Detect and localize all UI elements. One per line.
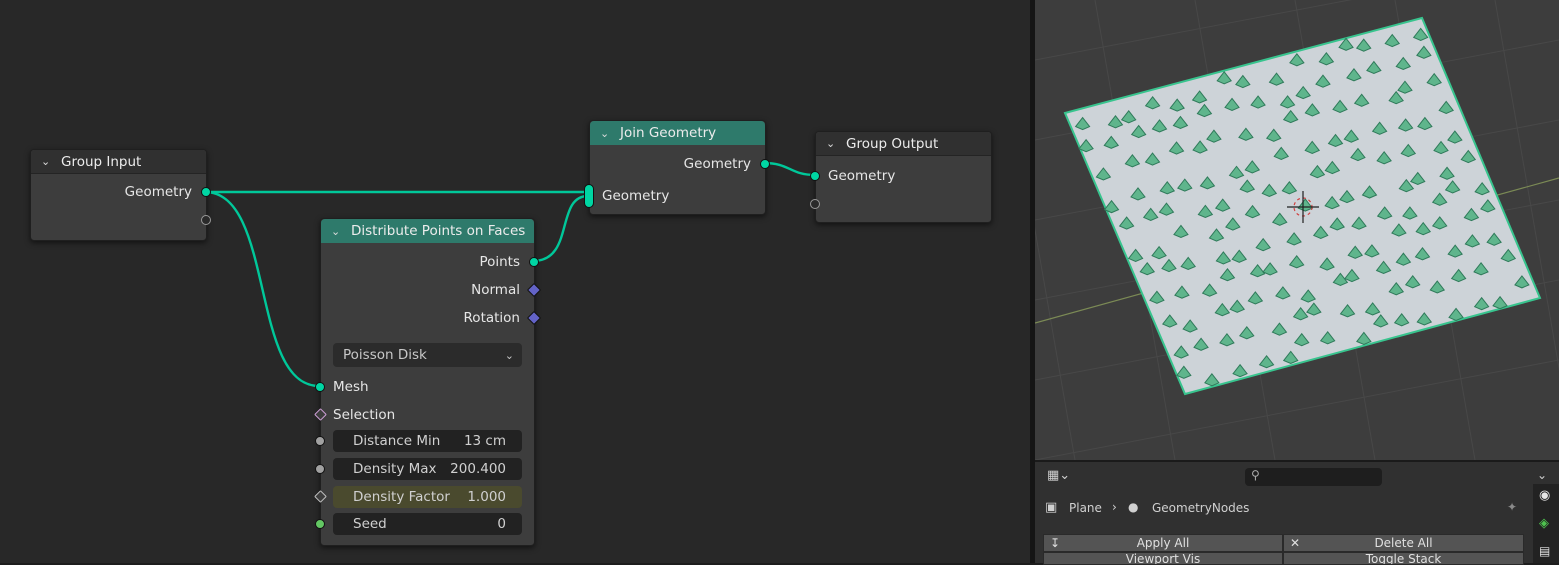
chevron-down-icon[interactable]: ⌄ (331, 225, 345, 238)
search-input[interactable]: ⚲ (1245, 468, 1382, 486)
link-join-to-output (763, 161, 816, 177)
distance-min-field[interactable]: Distance Min 13 cm (333, 430, 522, 452)
group-input-node[interactable]: ⌄ Group Input Geometry (30, 149, 211, 241)
group-output-node[interactable]: ⌄ Group Output Geometry (810, 131, 992, 223)
tab-scene[interactable]: ▤ (1539, 544, 1550, 558)
distribute-points-title: Distribute Points on Faces (351, 223, 526, 239)
density-factor-label: Density Factor (353, 489, 450, 505)
socket-label-geometry-out: Geometry (683, 156, 751, 172)
link-input-to-mesh (204, 190, 320, 388)
join-geometry-title: Join Geometry (620, 125, 717, 141)
geometry-nodes-icon: ● (1128, 500, 1139, 514)
chevron-down-icon[interactable]: ⌄ (600, 127, 614, 140)
chevron-down-icon[interactable]: ⌄ (826, 137, 840, 150)
pin-icon[interactable]: ✦ (1507, 500, 1517, 514)
tab-physics[interactable]: ◉ (1539, 488, 1550, 503)
density-factor-value: 1.000 (467, 489, 506, 505)
seed-socket[interactable] (315, 519, 325, 529)
group-input-title: Group Input (61, 153, 142, 170)
mesh-input-socket[interactable] (315, 382, 325, 392)
viewport-vis-button[interactable]: Viewport Vis (1043, 552, 1283, 565)
toggle-stack-label: Toggle Stack (1365, 552, 1442, 565)
node-editor[interactable]: ⌄ Group Input Geometry ⌄ Join Geometry G… (0, 0, 1030, 563)
search-icon: ⚲ (1251, 468, 1260, 482)
apply-all-label: Apply All (1136, 536, 1190, 550)
socket-label-selection: Selection (333, 407, 396, 423)
seed-label: Seed (353, 516, 387, 532)
delete-all-label: Delete All (1374, 536, 1433, 550)
chevron-down-icon[interactable]: ⌄ (1537, 468, 1547, 482)
toggle-stack-button[interactable]: Toggle Stack (1283, 552, 1524, 565)
distance-min-socket[interactable] (315, 436, 325, 446)
distribute-points-header[interactable]: ⌄ Distribute Points on Faces (321, 219, 534, 243)
seed-value: 0 (497, 516, 506, 532)
join-geometry-header[interactable]: ⌄ Join Geometry (590, 121, 765, 145)
group-output-header[interactable]: ⌄ Group Output (816, 132, 991, 156)
distribution-method-select[interactable]: Poisson Disk ⌄ (333, 343, 522, 367)
empty-output-socket[interactable] (201, 215, 211, 225)
chevron-down-icon[interactable]: ⌄ (41, 155, 55, 168)
density-max-field[interactable]: Density Max 200.400 (333, 458, 522, 480)
breadcrumb-modifier[interactable]: GeometryNodes (1152, 501, 1249, 515)
chevron-right-icon: › (1112, 500, 1117, 514)
editor-type-icon[interactable]: ▦⌄ (1047, 468, 1070, 483)
apply-icon: ↧ (1050, 536, 1061, 550)
distance-min-value: 13 cm (463, 433, 506, 449)
distribution-method-value: Poisson Disk (343, 347, 427, 363)
chevron-down-icon: ⌄ (504, 348, 514, 362)
empty-input-socket[interactable] (810, 199, 820, 209)
group-output-title: Group Output (846, 135, 939, 152)
tab-world[interactable]: ◈ (1539, 516, 1549, 531)
viewport-scene (1035, 0, 1559, 460)
geometry-output-socket[interactable] (201, 187, 211, 197)
apply-all-button[interactable]: ↧ Apply All (1043, 534, 1283, 552)
breadcrumb-object[interactable]: Plane (1069, 501, 1102, 515)
density-max-label: Density Max (353, 461, 437, 477)
density-factor-field[interactable]: Density Factor 1.000 (333, 486, 522, 508)
distance-min-label: Distance Min (353, 433, 441, 449)
density-max-socket[interactable] (315, 464, 325, 474)
socket-label-rotation: Rotation (463, 310, 520, 326)
geometry-input-socket[interactable] (810, 171, 820, 181)
socket-label-geometry-in: Geometry (602, 188, 670, 204)
geometry-multi-input-socket[interactable] (584, 184, 594, 208)
socket-label-normal: Normal (471, 282, 520, 298)
seed-field[interactable]: Seed 0 (333, 513, 522, 535)
join-geometry-node[interactable]: ⌄ Join Geometry Geometry Geometry (584, 120, 770, 215)
properties-tabs: ◉ ◈ ▤ (1533, 484, 1559, 563)
group-input-header[interactable]: ⌄ Group Input (31, 150, 206, 174)
density-max-value: 200.400 (450, 461, 506, 477)
socket-label-points: Points (479, 254, 520, 270)
viewport-vis-label: Viewport Vis (1125, 552, 1201, 565)
object-icon: ▣ (1045, 500, 1058, 515)
points-output-socket[interactable] (529, 257, 539, 267)
3d-viewport[interactable] (1035, 0, 1559, 460)
distribute-points-node[interactable]: ⌄ Distribute Points on Faces Points Norm… (314, 218, 542, 546)
delete-all-button[interactable]: ✕ Delete All (1283, 534, 1524, 552)
close-icon: ✕ (1290, 536, 1301, 550)
link-points-to-join (532, 194, 589, 263)
socket-label-mesh: Mesh (333, 379, 369, 395)
properties-panel[interactable]: ▦⌄ ⚲ ⌄ ▣ Plane › ● GeometryNodes ✦ ↧ App… (1035, 460, 1559, 565)
socket-label-geometry: Geometry (124, 184, 192, 200)
geometry-output-socket[interactable] (760, 159, 770, 169)
socket-label-geometry: Geometry (828, 168, 896, 184)
